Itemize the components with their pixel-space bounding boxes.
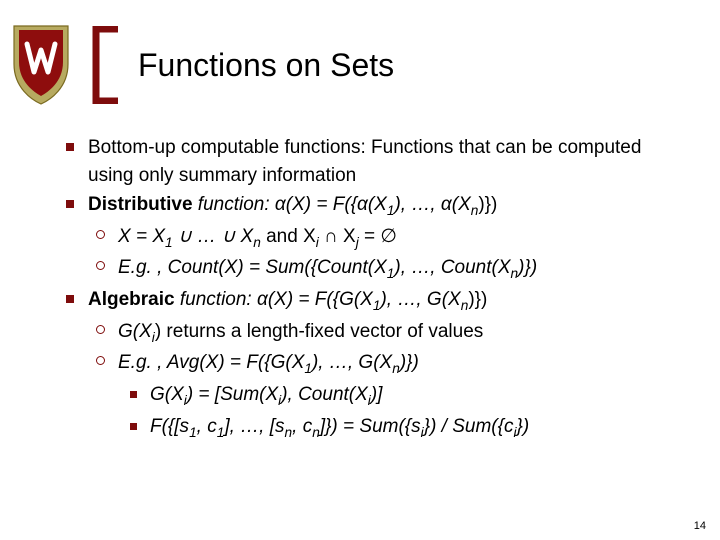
- text: ], …, [s: [224, 416, 284, 437]
- slide-content: Bottom-up computable functions: Function…: [0, 106, 720, 442]
- subscript: 1: [304, 361, 312, 376]
- text: = ∅: [359, 226, 397, 247]
- bullet-bottom-up: Bottom-up computable functions: Function…: [60, 134, 690, 189]
- title-bracket-icon: [84, 26, 120, 104]
- bullet-algebraic-gxi-def: G(Xi) = [Sum(Xi), Count(Xi)]: [60, 381, 690, 411]
- text: ) = [Sum(X: [187, 384, 278, 405]
- text: )]: [371, 384, 383, 405]
- text: ) returns a length-fixed vector of value…: [155, 321, 483, 342]
- text: )}): [478, 194, 497, 215]
- subscript: n: [253, 235, 261, 250]
- text: F({[s: [150, 416, 189, 437]
- text-italic: function: α(X) = F({α(X: [193, 194, 387, 215]
- bullet-algebraic: Algebraic function: α(X) = F({G(X1), …, …: [60, 286, 690, 316]
- text-bold: Distributive: [88, 194, 193, 215]
- text: ∩ X: [319, 226, 356, 247]
- slide-header: Functions on Sets: [0, 0, 720, 106]
- text: G(X: [150, 384, 184, 405]
- subscript: n: [285, 424, 293, 439]
- text: ), Count(X: [281, 384, 368, 405]
- text: G(X: [118, 321, 152, 342]
- text-italic: ), …, G(X: [380, 289, 460, 310]
- university-crest-icon: [10, 24, 72, 106]
- subscript: n: [392, 361, 400, 376]
- bullet-algebraic-eg: E.g. , Avg(X) = F({G(X1), …, G(Xn)}): [60, 349, 690, 379]
- text: )}): [468, 289, 487, 310]
- text: )}): [518, 257, 537, 278]
- subscript: n: [511, 266, 519, 281]
- text: , c: [197, 416, 217, 437]
- subscript: n: [312, 424, 320, 439]
- text: X = X: [118, 226, 165, 247]
- text: , c: [292, 416, 312, 437]
- bullet-distributive-eg: E.g. , Count(X) = Sum({Count(X1), …, Cou…: [60, 254, 690, 284]
- text-italic: function: α(X) = F({G(X: [175, 289, 373, 310]
- text: ∪ … ∪ X: [173, 226, 254, 247]
- bullet-distributive: Distributive function: α(X) = F({α(X1), …: [60, 191, 690, 221]
- subscript: 1: [165, 235, 173, 250]
- subscript: 1: [189, 424, 197, 439]
- bullet-distributive-cond: X = X1 ∪ … ∪ Xn and Xi ∩ Xj = ∅: [60, 223, 690, 253]
- text-italic: ), …, α(X: [394, 194, 470, 215]
- text: )}): [400, 352, 419, 373]
- bullet-algebraic-f-def: F({[s1, c1], …, [sn, cn]}) = Sum({si}) /…: [60, 413, 690, 443]
- text: Bottom-up computable functions: Function…: [88, 137, 641, 186]
- page-number: 14: [694, 520, 706, 532]
- text: and X: [261, 226, 316, 247]
- text: E.g. , Count(X) = Sum({Count(X: [118, 257, 387, 278]
- text: E.g. , Avg(X) = F({G(X: [118, 352, 304, 373]
- text: ]}) = Sum({s: [320, 416, 421, 437]
- text: ), …, Count(X: [394, 257, 510, 278]
- slide-title: Functions on Sets: [138, 47, 394, 84]
- text: }) / Sum({c: [424, 416, 514, 437]
- text-bold: Algebraic: [88, 289, 175, 310]
- text: ), …, G(X: [312, 352, 392, 373]
- bullet-algebraic-gxi: G(Xi) returns a length-fixed vector of v…: [60, 318, 690, 348]
- text: }): [517, 416, 530, 437]
